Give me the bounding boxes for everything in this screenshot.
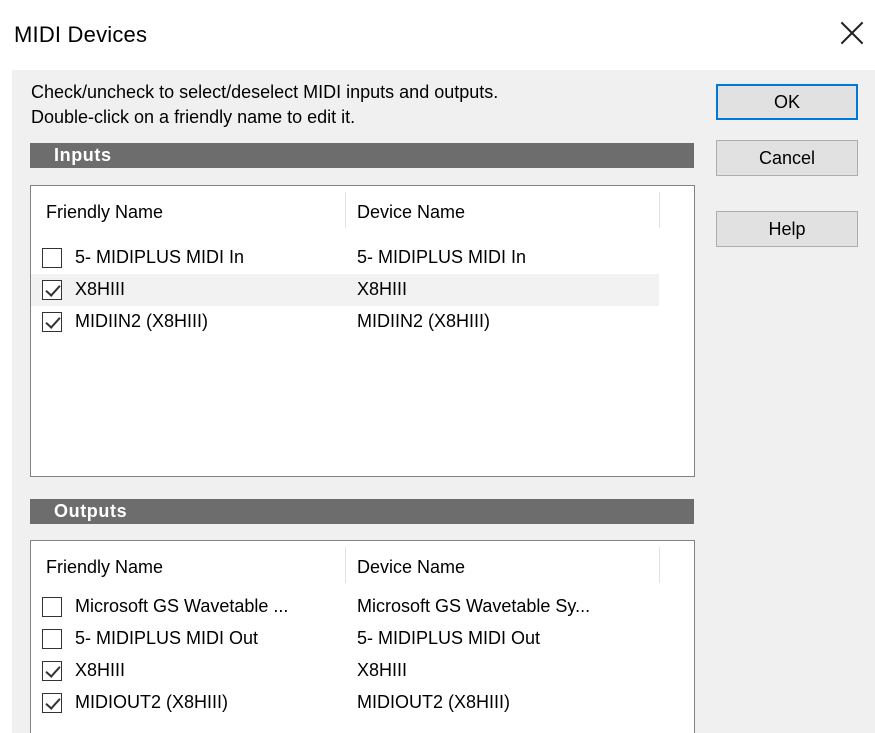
device-name-cell: MIDIOUT2 (X8HIII): [357, 692, 511, 712]
instructions: Check/uncheck to select/deselect MIDI in…: [31, 80, 498, 130]
friendly-name-cell[interactable]: X8HIII: [75, 660, 125, 681]
friendly-name-cell[interactable]: X8HIII: [75, 279, 125, 300]
friendly-name-cell[interactable]: Microsoft GS Wavetable ...: [75, 596, 288, 617]
column-header-friendly-name[interactable]: Friendly Name: [46, 557, 163, 578]
list-item[interactable]: MIDIOUT2 (X8HIII) MIDIOUT2 (X8HIII): [31, 687, 659, 719]
list-item[interactable]: Microsoft GS Wavetable ... Microsoft GS W…: [31, 591, 659, 623]
column-header-device-name[interactable]: Device Name: [357, 557, 465, 578]
column-divider[interactable]: [345, 547, 346, 583]
friendly-name-cell[interactable]: MIDIOUT2 (X8HIII): [75, 692, 228, 713]
list-item[interactable]: X8HIII X8HIII: [31, 274, 659, 306]
checkbox-unchecked[interactable]: [42, 597, 62, 617]
device-name-cell: 5- MIDIPLUS MIDI In: [357, 247, 527, 267]
checkbox-checked[interactable]: [42, 661, 62, 681]
device-name-cell: 5- MIDIPLUS MIDI Out: [357, 628, 541, 648]
checkbox-checked[interactable]: [42, 693, 62, 713]
title-bar: MIDI Devices: [0, 0, 875, 70]
instructions-line-1: Check/uncheck to select/deselect MIDI in…: [31, 82, 499, 102]
checkbox-checked[interactable]: [42, 312, 62, 332]
inputs-list[interactable]: Friendly Name Device Name 5- MIDIPLUS MI…: [30, 185, 695, 477]
column-header-friendly-name[interactable]: Friendly Name: [46, 202, 163, 223]
column-divider[interactable]: [659, 547, 660, 583]
device-name-cell: Microsoft GS Wavetable Sy...: [357, 596, 591, 616]
ok-button[interactable]: OK: [716, 84, 858, 120]
column-header-device-name[interactable]: Device Name: [357, 202, 465, 223]
outputs-list-header: Friendly Name Device Name: [31, 541, 694, 585]
list-item[interactable]: 5- MIDIPLUS MIDI Out 5- MIDIPLUS MIDI Out: [31, 623, 659, 655]
cancel-button[interactable]: Cancel: [716, 140, 858, 176]
checkbox-checked[interactable]: [42, 280, 62, 300]
device-name-cell: X8HIII: [357, 279, 408, 299]
outputs-list[interactable]: Friendly Name Device Name Microsoft GS W…: [30, 540, 695, 733]
column-divider[interactable]: [345, 192, 346, 228]
inputs-section-header: Inputs: [30, 143, 694, 168]
close-icon[interactable]: [836, 18, 868, 50]
inputs-list-header: Friendly Name Device Name: [31, 186, 694, 230]
help-button[interactable]: Help: [716, 211, 858, 247]
instructions-line-2: Double-click on a friendly name to edit …: [31, 107, 356, 127]
device-name-cell: X8HIII: [357, 660, 408, 680]
checkbox-unchecked[interactable]: [42, 248, 62, 268]
list-item[interactable]: X8HIII X8HIII: [31, 655, 659, 687]
list-item[interactable]: MIDIIN2 (X8HIII) MIDIIN2 (X8HIII): [31, 306, 659, 338]
outputs-section-header: Outputs: [30, 499, 694, 524]
device-name-cell: MIDIIN2 (X8HIII): [357, 311, 491, 331]
list-item[interactable]: 5- MIDIPLUS MIDI In 5- MIDIPLUS MIDI In: [31, 242, 659, 274]
friendly-name-cell[interactable]: 5- MIDIPLUS MIDI Out: [75, 628, 258, 649]
friendly-name-cell[interactable]: MIDIIN2 (X8HIII): [75, 311, 208, 332]
friendly-name-cell[interactable]: 5- MIDIPLUS MIDI In: [75, 247, 244, 268]
column-divider[interactable]: [659, 192, 660, 228]
window-title: MIDI Devices: [14, 22, 148, 47]
checkbox-unchecked[interactable]: [42, 629, 62, 649]
